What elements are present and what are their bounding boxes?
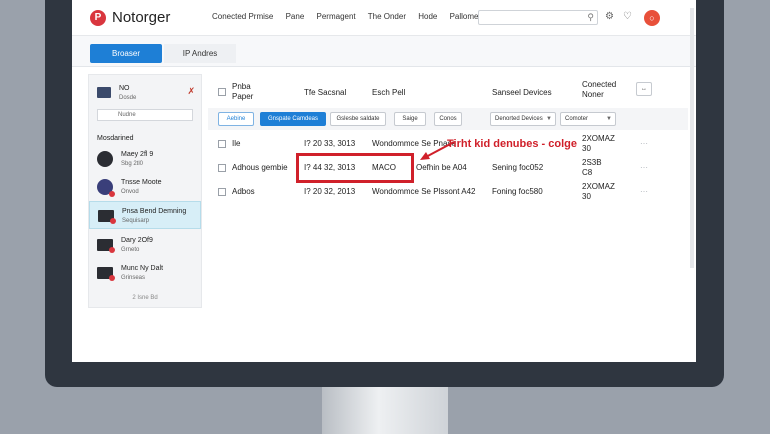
status-dot	[109, 247, 115, 253]
sidebar-item-selected[interactable]: Pnsa Bend Demning Sequisarp	[89, 201, 201, 229]
status-dot	[110, 218, 116, 224]
sidebar-item-sub: Sbg 2tl0	[121, 161, 144, 167]
annotation-label: Tirht kid denubes - colge	[447, 138, 577, 150]
sidebar-item-name: Munc Ny Dalt	[121, 265, 164, 272]
row-device: Sening foc052	[492, 163, 544, 172]
filter-conos-button[interactable]: Conos	[434, 112, 462, 126]
filter-bar: Aebine Gnspate Camdeas Gslesbe saldate S…	[208, 108, 688, 130]
row-status-sub: 30	[582, 144, 591, 153]
table-row[interactable]: Adbos I? 20 32, 2013 Wondommce Se Plsson…	[208, 182, 688, 204]
sidebar-item-sub: Onvod	[121, 189, 139, 195]
row-status: 2S3B	[582, 158, 602, 167]
search-input[interactable]: ⚲	[478, 10, 598, 25]
row-checkbox[interactable]	[218, 140, 226, 148]
col-header-5[interactable]: Conected	[582, 80, 616, 89]
sidebar-item[interactable]: Maey 2fl 9 Sbg 2tl0	[89, 145, 201, 173]
row-date: I? 20 32, 2013	[304, 187, 356, 196]
row-name: Ile	[232, 139, 241, 148]
user-avatar[interactable]: ○	[644, 10, 660, 26]
sidebar-item-sub: Grinseas	[121, 275, 146, 281]
device-icon	[97, 87, 111, 98]
nav-item[interactable]: Pane	[286, 12, 305, 21]
device-thumbnail	[98, 210, 116, 224]
status-dot	[109, 191, 115, 197]
row-status: 2XOMAZ	[582, 134, 615, 143]
chevron-down-icon: ▼	[606, 116, 612, 122]
computer-select[interactable]: Comoter ▼	[560, 112, 616, 126]
sidebar-item[interactable]: Dary 2Of9 Grneto	[89, 231, 201, 259]
search-icon[interactable]: ⚲	[587, 12, 594, 23]
nav-item[interactable]: Hode	[418, 12, 437, 21]
filter-saige-button[interactable]: Saige	[394, 112, 426, 126]
computer-select-value: Comoter	[565, 116, 589, 122]
row-detail: Wondommce Se Plssont A42	[372, 187, 476, 196]
sidebar-item-name: Pnsa Bend Demning	[122, 208, 187, 215]
monitor-stand	[322, 384, 448, 434]
more-icon[interactable]: ⋯	[640, 139, 648, 148]
row-device: Foning foc580	[492, 187, 543, 196]
sidebar-item-name: Dary 2Of9	[121, 237, 153, 244]
col-header-4[interactable]: Sanseel Devices	[492, 88, 552, 97]
avatar	[97, 179, 115, 197]
sidebar: NO Dosde ✗ Nudne Mosdarined Maey 2fl 9 S…	[88, 74, 202, 308]
close-icon[interactable]: ✗	[187, 86, 195, 97]
main-nav: Conected Prmise Pane Permagent The Onder…	[212, 12, 488, 21]
tab-broaser[interactable]: Broaser	[90, 44, 162, 63]
sidebar-header-subtitle: Dosde	[119, 95, 137, 101]
sidebar-search-input[interactable]: Nudne	[97, 109, 193, 121]
select-all-checkbox[interactable]	[218, 88, 226, 96]
tab-ip-andres[interactable]: IP Andres	[164, 44, 236, 63]
device-thumbnail	[97, 267, 115, 281]
col-header-2[interactable]: Tfe Sacsnal	[304, 88, 346, 97]
sidebar-item[interactable]: Tnsse Moote Onvod	[89, 173, 201, 201]
sidebar-item-sub: Grneto	[121, 247, 140, 253]
row-date: I? 20 33, 3013	[304, 139, 356, 148]
row-checkbox[interactable]	[218, 188, 226, 196]
chevron-down-icon: ▼	[546, 116, 552, 122]
row-name: Adhous gembie	[232, 163, 288, 172]
sidebar-item[interactable]: Munc Ny Dalt Grinseas	[89, 259, 201, 287]
app-logo: P	[90, 10, 106, 26]
gear-icon[interactable]: ⚙	[605, 11, 614, 22]
filter-gnspate-button[interactable]: Gnspate Camdeas	[260, 112, 326, 126]
devices-select-value: Denorted Devices	[495, 116, 543, 122]
devices-select[interactable]: Denorted Devices ▼	[490, 112, 556, 126]
col-header-5b: Noner	[582, 90, 604, 99]
col-header-1: Pnba	[232, 82, 251, 91]
col-header-3[interactable]: Esch Pell	[372, 88, 405, 97]
nav-item[interactable]: Pallome	[450, 12, 479, 21]
sidebar-section-title: Mosdarined	[97, 135, 134, 142]
more-icon[interactable]: ⋯	[640, 163, 648, 172]
row-status: 2XOMAZ	[582, 182, 615, 191]
col-header-1b: Paper	[232, 92, 254, 101]
row-name: Adbos	[232, 187, 255, 196]
nav-item[interactable]: The Onder	[368, 12, 406, 21]
sidebar-item-sub: Sequisarp	[122, 218, 150, 224]
device-thumbnail	[97, 239, 115, 253]
top-bar: P Notorger Conected Prmise Pane Permagen…	[72, 0, 696, 36]
row-status-sub: 30	[582, 192, 591, 201]
highlight-box	[296, 153, 414, 183]
nav-item[interactable]: Conected Prmise	[212, 12, 273, 21]
sidebar-footer: 2 Isne Bd	[132, 295, 158, 301]
sidebar-item-name: Maey 2fl 9	[121, 151, 154, 158]
tab-bar: Broaser IP Andres	[72, 36, 696, 67]
nav-item[interactable]: Permagent	[317, 12, 356, 21]
vertical-scrollbar[interactable]	[690, 8, 694, 268]
row-detail-2: Oefhin be A04	[416, 163, 467, 172]
row-checkbox[interactable]	[218, 164, 226, 172]
bell-icon[interactable]: ♡	[623, 11, 632, 22]
avatar	[97, 151, 113, 167]
app-window: P Notorger Conected Prmise Pane Permagen…	[72, 0, 696, 362]
filter-aebine-button[interactable]: Aebine	[218, 112, 254, 126]
more-icon[interactable]: ⋯	[640, 187, 648, 196]
status-dot	[109, 275, 115, 281]
filter-gslesbe-button[interactable]: Gslesbe saldate	[330, 112, 386, 126]
row-status-sub: C8	[582, 168, 593, 177]
sidebar-item-name: Tnsse Moote	[121, 179, 162, 186]
app-title: Notorger	[112, 9, 171, 26]
sidebar-device-header: NO Dosde ✗	[97, 83, 195, 107]
sidebar-header-title: NO	[119, 85, 130, 92]
expand-icon[interactable]: ↔	[636, 82, 652, 96]
